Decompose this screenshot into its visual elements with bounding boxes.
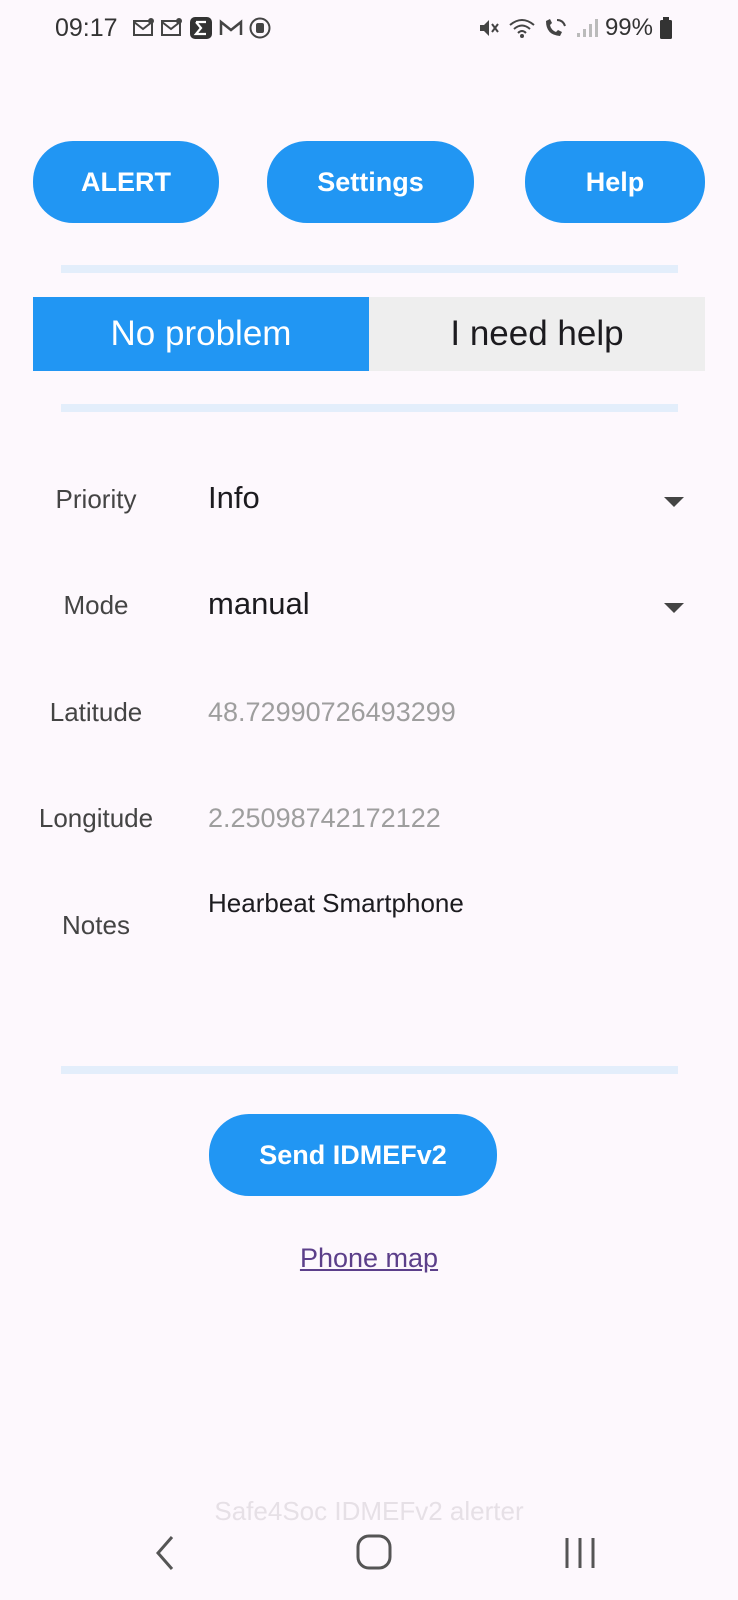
wifi-calling-icon <box>545 19 566 36</box>
settings-button[interactable]: Settings <box>267 141 474 223</box>
notification-icons <box>133 16 271 40</box>
mode-label: Mode <box>63 590 129 620</box>
latitude-label: Latitude <box>49 697 143 727</box>
home-icon[interactable] <box>355 1533 393 1571</box>
latitude-row: Latitude 48.72990726493299 <box>0 679 738 749</box>
notes-field[interactable]: Hearbeat Smartphone <box>208 888 464 919</box>
no-problem-option[interactable]: No problem <box>33 297 369 371</box>
mail-notification-icon <box>133 18 154 36</box>
divider <box>61 265 678 273</box>
status-time: 09:17 <box>55 14 118 42</box>
mute-icon <box>479 20 499 36</box>
mode-value: manual <box>208 586 310 621</box>
priority-value: Info <box>208 480 260 515</box>
recent-apps-icon[interactable] <box>563 1536 597 1570</box>
send-idmef-button[interactable]: Send IDMEFv2 <box>209 1114 497 1196</box>
longitude-row: Longitude 2.25098742172122 <box>0 785 738 855</box>
priority-row: Priority Info <box>0 466 738 536</box>
notes-label: Notes <box>62 910 130 940</box>
divider <box>61 1066 678 1074</box>
back-icon[interactable] <box>152 1533 178 1573</box>
battery-icon <box>660 17 672 39</box>
need-help-option[interactable]: I need help <box>369 297 705 371</box>
dropdown-arrow-icon <box>664 497 684 507</box>
dropdown-arrow-icon <box>664 603 684 613</box>
priority-label: Priority <box>55 484 137 514</box>
mode-dropdown[interactable]: manual <box>200 572 700 642</box>
wifi-icon <box>509 19 535 38</box>
longitude-field[interactable]: 2.25098742172122 <box>208 803 441 834</box>
status-toggle: No problem I need help <box>33 297 705 371</box>
status-bar: 09:17 99% <box>0 0 738 60</box>
longitude-label: Longitude <box>38 803 154 833</box>
latitude-field[interactable]: 48.72990726493299 <box>208 697 456 728</box>
battery-percentage: 99% <box>604 14 653 41</box>
help-button[interactable]: Help <box>525 141 705 223</box>
mode-row: Mode manual <box>0 572 738 642</box>
sigma-app-icon <box>190 17 212 39</box>
app-badge-icon <box>249 17 271 39</box>
alert-button[interactable]: ALERT <box>33 141 219 223</box>
app-name-footer: Safe4Soc IDMEFv2 alerter <box>214 1496 524 1526</box>
priority-dropdown[interactable]: Info <box>200 466 700 536</box>
system-status-icons: 99% <box>477 14 672 42</box>
gmail-icon <box>219 19 243 35</box>
phone-map-link[interactable]: Phone map <box>0 1243 738 1274</box>
signal-icon <box>576 19 598 37</box>
divider <box>61 404 678 412</box>
mail-notification-icon <box>161 18 182 36</box>
